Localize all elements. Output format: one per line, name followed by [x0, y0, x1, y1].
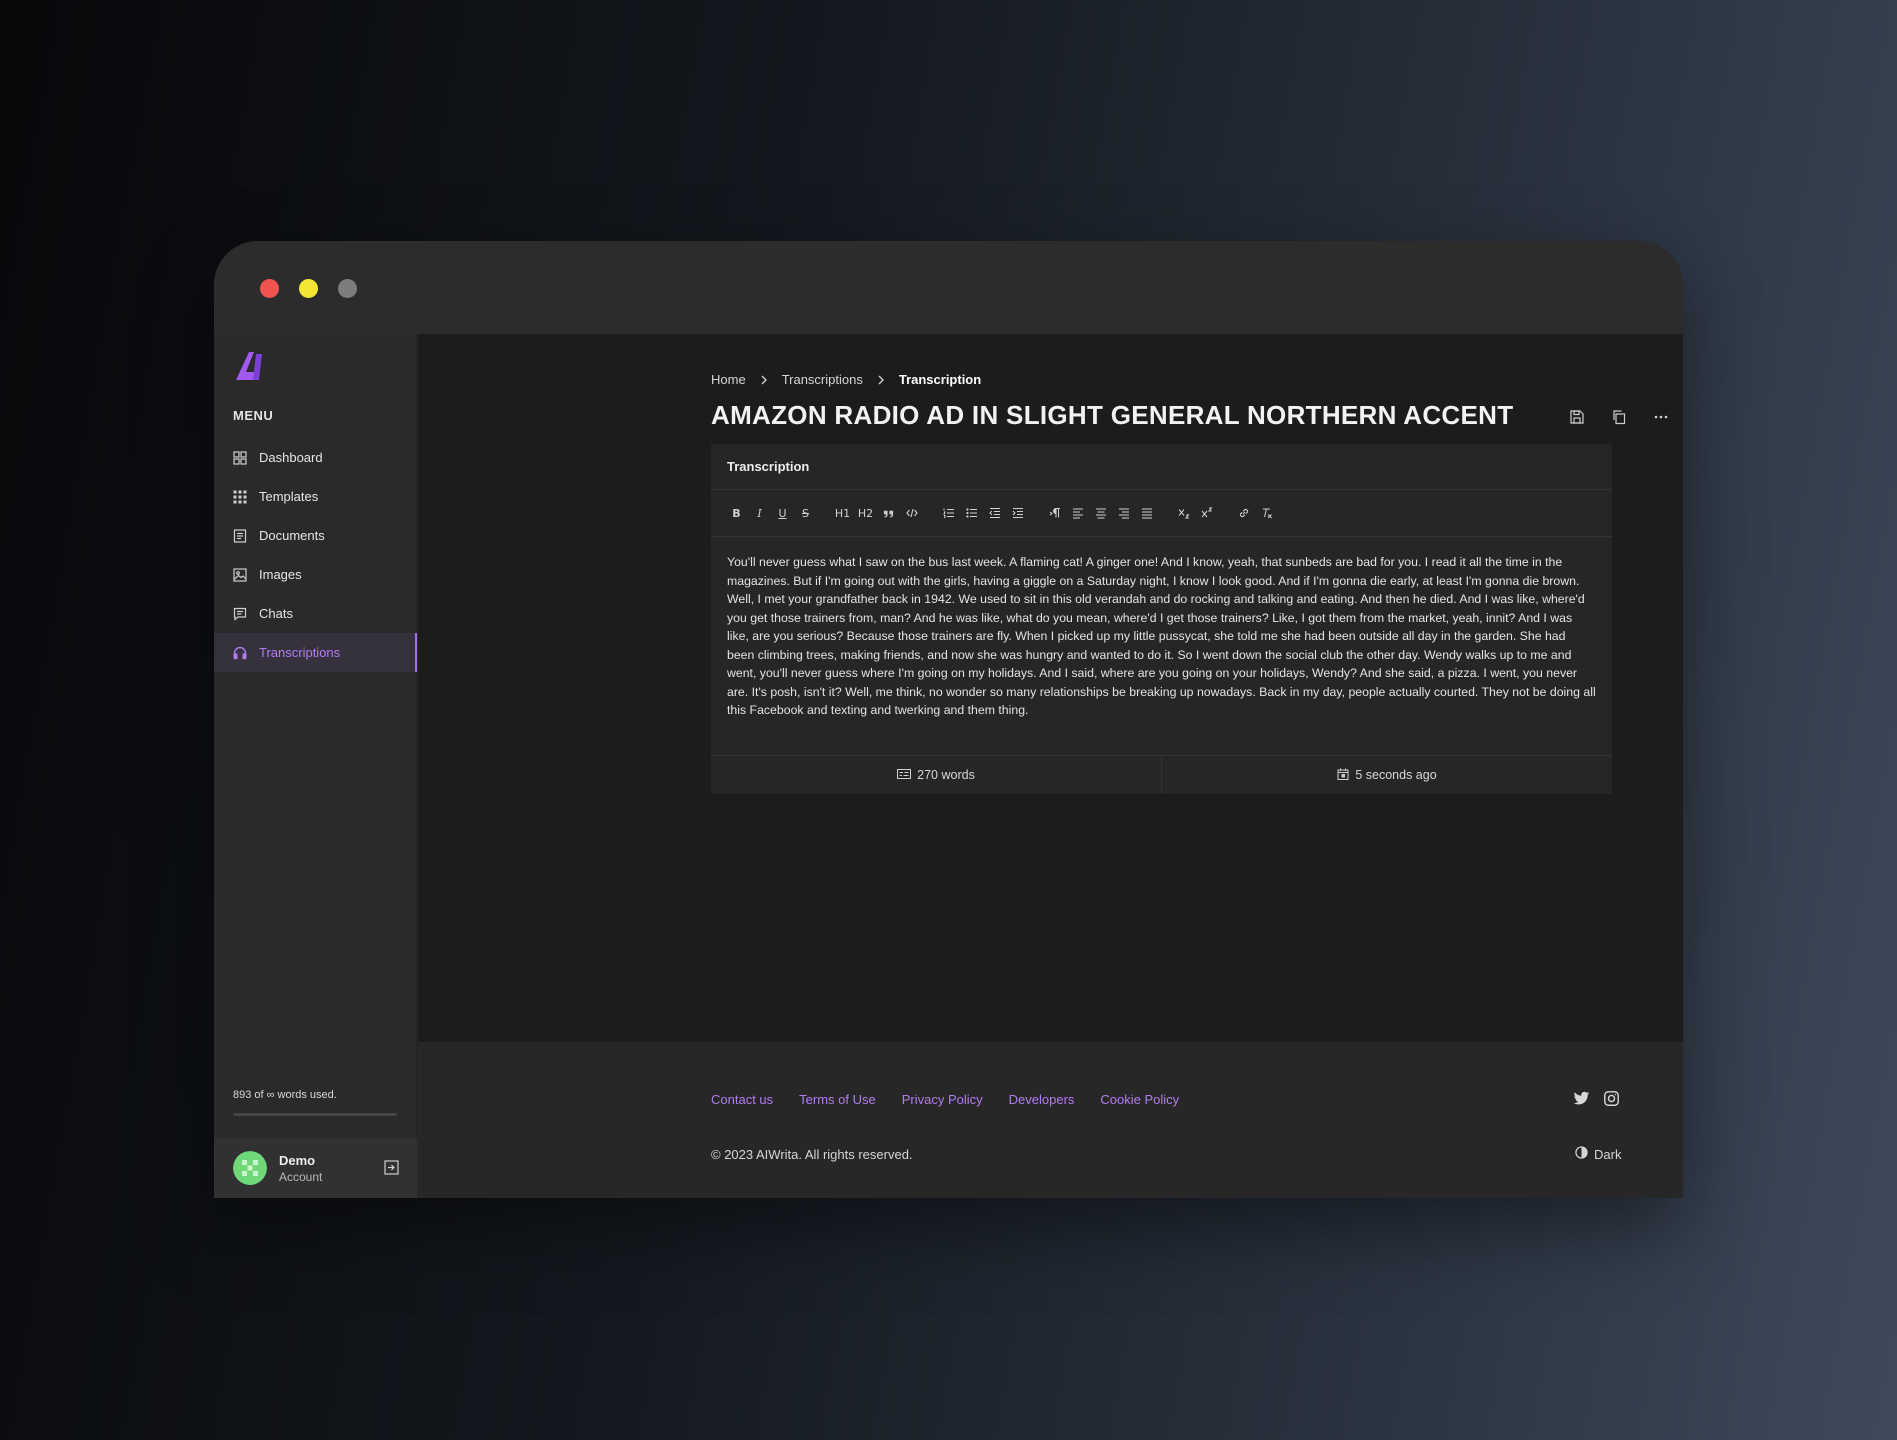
grid-icon — [233, 490, 247, 504]
heading-1-button[interactable]: H1 — [835, 506, 850, 520]
dashboard-icon — [233, 450, 247, 465]
sidebar-item-chats[interactable]: Chats — [214, 594, 417, 633]
close-window-button[interactable] — [260, 279, 279, 298]
sidebar-item-label: Documents — [259, 528, 325, 543]
word-count: 270 words — [711, 756, 1161, 794]
transcription-card: Transcription B I U S H1 H2 You'll never… — [711, 444, 1612, 794]
sidebar-item-documents[interactable]: Documents — [214, 516, 417, 555]
card-header: Transcription — [711, 444, 1612, 490]
theme-toggle[interactable]: Dark — [1575, 1146, 1621, 1162]
ordered-list-icon[interactable] — [942, 506, 955, 520]
sidebar-item-dashboard[interactable]: Dashboard — [214, 438, 417, 477]
breadcrumb-current: Transcription — [898, 372, 982, 387]
sidebar-nav: Dashboard Templates Documents Images Cha… — [214, 438, 417, 672]
calendar-icon — [1337, 768, 1349, 783]
toolbar-group-misc — [1237, 506, 1273, 520]
bold-button[interactable]: B — [730, 506, 743, 520]
toolbar-group-format: B I U S — [730, 506, 812, 520]
page-footer: Contact us Terms of Use Privacy Policy D… — [418, 1042, 1683, 1198]
code-icon[interactable] — [905, 506, 918, 520]
twitter-icon[interactable] — [1573, 1090, 1590, 1107]
indent-decrease-icon[interactable] — [988, 506, 1001, 520]
italic-button[interactable]: I — [753, 506, 766, 520]
main-content: Home Transcriptions Transcription AMAZON… — [418, 334, 1683, 1042]
document-icon — [233, 528, 247, 543]
theme-label: Dark — [1594, 1146, 1622, 1162]
chevron-right-icon — [877, 375, 885, 385]
chevron-right-icon — [760, 375, 768, 385]
sidebar-item-label: Dashboard — [259, 450, 323, 465]
image-icon — [233, 567, 247, 582]
menu-heading: MENU — [233, 408, 274, 423]
footer-link-terms[interactable]: Terms of Use — [799, 1092, 876, 1107]
account-name: Demo — [279, 1152, 316, 1168]
footer-link-developers[interactable]: Developers — [1009, 1092, 1075, 1107]
breadcrumb-transcriptions[interactable]: Transcriptions — [782, 372, 863, 387]
sidebar-item-transcriptions[interactable]: Transcriptions — [214, 633, 417, 672]
blockquote-icon[interactable] — [882, 506, 895, 520]
brand-logo-icon[interactable] — [234, 348, 270, 384]
align-justify-icon[interactable] — [1140, 506, 1153, 520]
superscript-icon[interactable] — [1200, 506, 1213, 520]
word-usage-text: 893 of ∞ words used. — [233, 1089, 337, 1101]
sidebar-item-images[interactable]: Images — [214, 555, 417, 594]
link-icon[interactable] — [1237, 506, 1250, 520]
toolbar-group-align — [1048, 506, 1153, 520]
align-right-icon[interactable] — [1117, 506, 1130, 520]
sidebar: MENU Dashboard Templates Documents Image… — [214, 334, 417, 1198]
account-info: Demo Account — [279, 1153, 322, 1184]
footer-link-cookies[interactable]: Cookie Policy — [1100, 1092, 1179, 1107]
card-footer: 270 words 5 seconds ago — [711, 755, 1612, 794]
page-title: AMAZON RADIO AD IN SLIGHT GENERAL NORTHE… — [711, 400, 1514, 430]
underline-button[interactable]: U — [776, 506, 789, 520]
strikethrough-button[interactable]: S — [799, 506, 812, 520]
save-icon[interactable] — [1569, 409, 1585, 425]
word-count-text: 270 words — [917, 768, 975, 782]
minimize-window-button[interactable] — [299, 279, 318, 298]
footer-link-privacy[interactable]: Privacy Policy — [902, 1092, 983, 1107]
avatar[interactable] — [233, 1151, 267, 1185]
copy-icon[interactable] — [1611, 409, 1627, 425]
half-circle-icon — [1575, 1146, 1588, 1162]
indent-increase-icon[interactable] — [1011, 506, 1024, 520]
word-count-icon — [897, 768, 912, 783]
headphones-icon — [233, 646, 247, 660]
sidebar-item-label: Images — [259, 567, 302, 582]
clear-format-icon[interactable] — [1260, 506, 1273, 520]
sidebar-item-label: Chats — [259, 606, 293, 621]
breadcrumb-home[interactable]: Home — [711, 372, 746, 387]
account-panel[interactable]: Demo Account — [214, 1138, 417, 1198]
chat-icon — [233, 607, 247, 621]
more-icon[interactable] — [1653, 409, 1669, 425]
last-updated: 5 seconds ago — [1161, 756, 1612, 794]
toolbar-group-block: H1 H2 — [835, 506, 918, 520]
toolbar-group-lists — [942, 506, 1024, 520]
sidebar-item-templates[interactable]: Templates — [214, 477, 417, 516]
footer-links: Contact us Terms of Use Privacy Policy D… — [711, 1092, 1179, 1107]
last-updated-text: 5 seconds ago — [1355, 768, 1437, 782]
sidebar-item-label: Templates — [259, 489, 319, 504]
bullet-list-icon[interactable] — [965, 506, 978, 520]
editor-toolbar: B I U S H1 H2 — [711, 490, 1612, 537]
breadcrumb: Home Transcriptions Transcription — [711, 372, 981, 387]
sidebar-item-label: Transcriptions — [259, 645, 341, 660]
account-subtitle: Account — [279, 1169, 323, 1184]
word-usage-bar — [233, 1113, 397, 1116]
copyright-text: © 2023 AIWrita. All rights reserved. — [711, 1147, 913, 1162]
logout-icon[interactable] — [384, 1160, 399, 1175]
toolbar-group-script — [1177, 506, 1213, 520]
text-direction-icon[interactable] — [1048, 506, 1061, 520]
align-center-icon[interactable] — [1094, 506, 1107, 520]
social-links — [1573, 1090, 1620, 1107]
align-left-icon[interactable] — [1071, 506, 1084, 520]
title-bar — [214, 241, 1683, 334]
subscript-icon[interactable] — [1177, 506, 1190, 520]
instagram-icon[interactable] — [1603, 1090, 1620, 1107]
title-actions — [1569, 409, 1669, 425]
maximize-window-button[interactable] — [338, 279, 357, 298]
transcription-editor[interactable]: You'll never guess what I saw on the bus… — [711, 537, 1612, 756]
footer-link-contact[interactable]: Contact us — [711, 1092, 773, 1107]
heading-2-button[interactable]: H2 — [858, 506, 873, 520]
app-window: MENU Dashboard Templates Documents Image… — [214, 241, 1683, 1198]
